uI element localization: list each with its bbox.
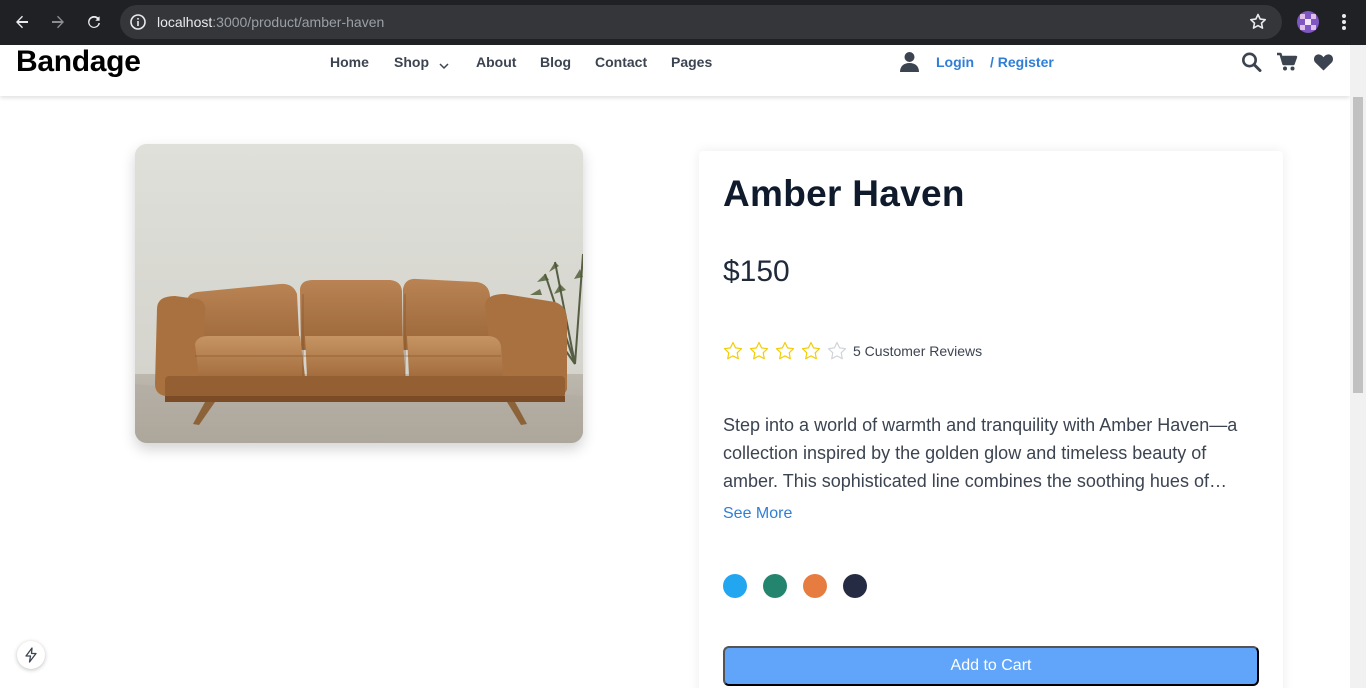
user-icon xyxy=(899,51,920,72)
rating-stars xyxy=(723,341,847,361)
register-link[interactable]: / Register xyxy=(990,54,1054,70)
nav-shop[interactable]: Shop xyxy=(394,54,429,70)
empty-star-icon xyxy=(827,341,847,360)
back-icon[interactable] xyxy=(10,10,34,34)
color-swatch-orange[interactable] xyxy=(803,574,827,598)
chevron-down-icon[interactable] xyxy=(439,57,449,70)
product-price: $150 xyxy=(723,255,790,288)
see-more-link[interactable]: See More xyxy=(723,505,792,523)
color-swatches xyxy=(723,574,867,598)
page-scrollbar[interactable] xyxy=(1350,45,1366,688)
star-icon xyxy=(723,341,743,360)
browser-toolbar: localhost:3000/product/amber-haven xyxy=(0,0,1366,45)
brand-logo[interactable]: Bandage xyxy=(16,45,141,79)
url-text[interactable]: localhost:3000/product/amber-haven xyxy=(157,14,384,30)
login-link[interactable]: Login xyxy=(936,54,974,70)
nav-contact[interactable]: Contact xyxy=(595,54,647,70)
product-details-card: Amber Haven $150 5 Customer Reviews Step… xyxy=(699,151,1283,688)
address-bar[interactable]: localhost:3000/product/amber-haven xyxy=(120,5,1282,39)
product-title: Amber Haven xyxy=(723,173,965,214)
color-swatch-blue[interactable] xyxy=(723,574,747,598)
info-icon[interactable] xyxy=(129,13,147,31)
star-icon xyxy=(775,341,795,360)
add-to-cart-button[interactable]: Add to Cart xyxy=(723,646,1259,686)
cart-icon[interactable] xyxy=(1277,52,1298,72)
profile-avatar[interactable] xyxy=(1297,11,1319,33)
heart-icon[interactable] xyxy=(1313,52,1334,72)
page-viewport: Bandage Home Shop About Blog Contact Pag… xyxy=(0,45,1350,688)
url-host: localhost xyxy=(157,14,213,30)
lightning-icon[interactable] xyxy=(17,641,45,669)
nav-home[interactable]: Home xyxy=(330,54,369,70)
color-swatch-green[interactable] xyxy=(763,574,787,598)
forward-icon[interactable] xyxy=(46,10,70,34)
color-swatch-navy[interactable] xyxy=(843,574,867,598)
nav-about[interactable]: About xyxy=(476,54,516,70)
kebab-menu-icon[interactable] xyxy=(1334,10,1354,34)
url-path: :3000/product/amber-haven xyxy=(212,14,385,30)
scrollbar-thumb[interactable] xyxy=(1353,97,1363,393)
nav-pages[interactable]: Pages xyxy=(671,54,712,70)
bookmark-star-icon[interactable] xyxy=(1246,10,1270,34)
reload-icon[interactable] xyxy=(82,10,106,34)
nav-blog[interactable]: Blog xyxy=(540,54,571,70)
search-icon[interactable] xyxy=(1241,52,1262,72)
product-description: Step into a world of warmth and tranquil… xyxy=(723,415,1238,491)
site-header: Bandage Home Shop About Blog Contact Pag… xyxy=(0,45,1350,96)
product-image xyxy=(135,144,583,443)
review-count: 5 Customer Reviews xyxy=(853,343,983,359)
star-icon xyxy=(749,341,769,360)
star-icon xyxy=(801,341,821,360)
